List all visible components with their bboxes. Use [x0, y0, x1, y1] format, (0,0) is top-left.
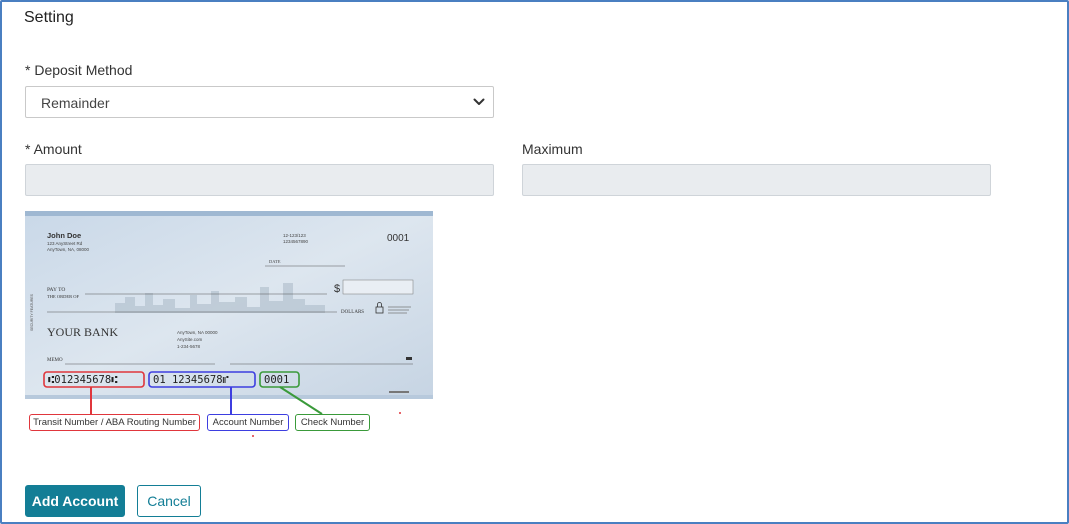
routing-number-legend: Transit Number / ABA Routing Number [29, 414, 200, 431]
callout-connectors [90, 386, 401, 437]
add-account-button[interactable]: Add Account [25, 485, 125, 517]
check-number-legend: Check Number [295, 414, 370, 431]
cancel-button[interactable]: Cancel [137, 485, 201, 517]
account-number-legend: Account Number [207, 414, 289, 431]
